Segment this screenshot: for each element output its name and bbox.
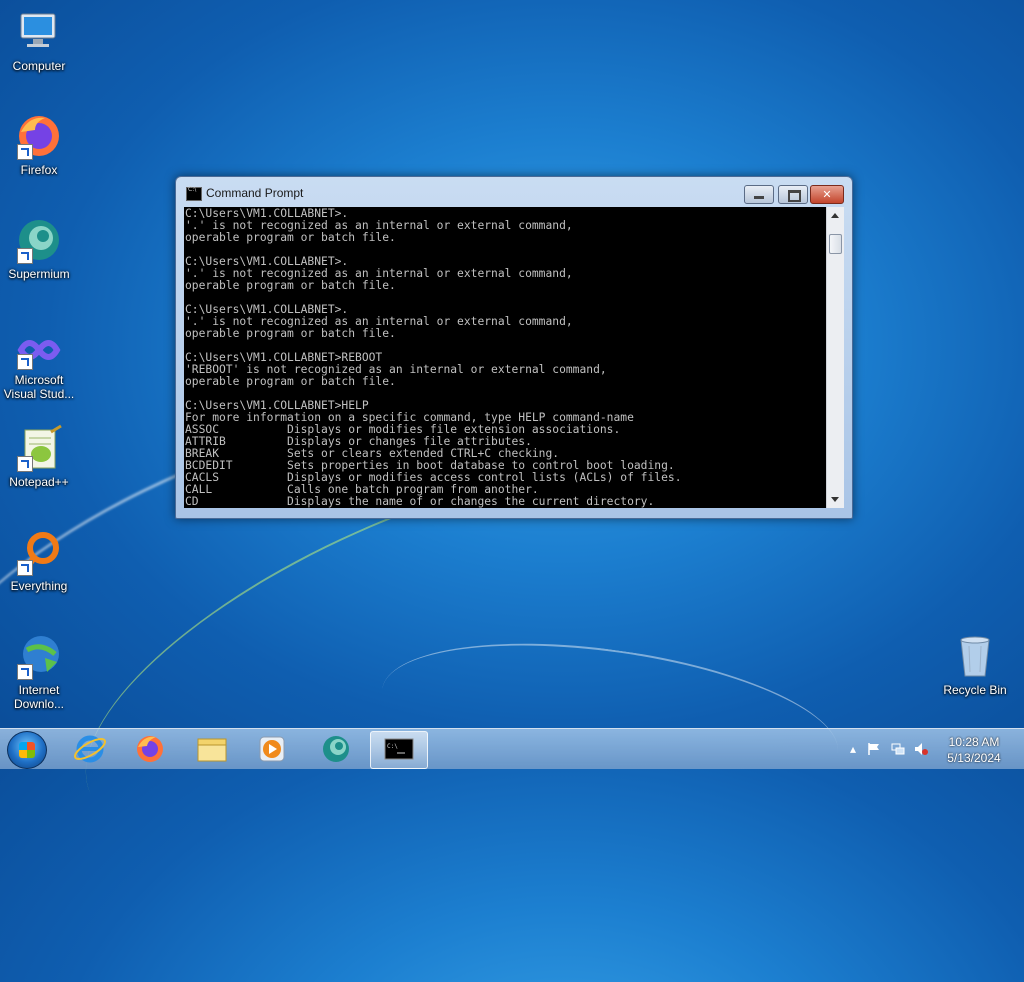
desktop-icon-label: Microsoft Visual Stud... [3,373,75,401]
desktop-icon-computer[interactable]: Computer [1,8,77,73]
shortcut-arrow-icon [17,248,33,264]
desktop-icon-label: Recycle Bin [943,683,1007,697]
desktop-icon-everything[interactable]: Everything [1,528,77,593]
desktop-icon-supermium[interactable]: Supermium [1,216,77,281]
shortcut-arrow-icon [17,560,33,576]
window-title: Command Prompt [206,186,304,200]
desktop-icon-internet-download-manager[interactable]: Internet Downlo... [1,632,77,711]
close-button[interactable]: ✕ [810,185,844,204]
svg-text:C:\: C:\ [387,743,398,750]
desktop-icon-label: Firefox [20,163,58,177]
volume-muted-icon[interactable] [914,742,928,756]
shortcut-arrow-icon [17,456,33,472]
supermium-icon [323,736,349,762]
maximize-icon [779,186,807,203]
internet-explorer-icon [73,735,107,763]
desktop-icon-label: Everything [10,579,68,593]
scroll-down-arrow-icon[interactable] [831,497,839,502]
taskbar-internet-explorer[interactable] [62,731,118,767]
recycle-bin-icon [951,632,999,680]
command-prompt-window[interactable]: Command Prompt ✕ C:\Users\VM1.COLLABNET>… [175,176,853,519]
notepadpp-icon [15,424,63,472]
file-explorer-icon [197,738,227,762]
taskbar: C:\ ▴ 10:28 AM 5/13/2024 [0,728,1024,769]
vertical-scrollbar[interactable] [826,207,844,508]
network-icon[interactable] [891,742,905,756]
console-text: C:\Users\VM1.COLLABNET>. '.' is not reco… [185,207,682,508]
minimize-icon [745,186,773,203]
shortcut-arrow-icon [17,664,33,680]
shortcut-arrow-icon [17,144,33,160]
desktop-icon-label: Computer [12,59,66,73]
taskbar-firefox[interactable] [122,731,178,767]
minimize-button[interactable] [744,185,774,204]
taskbar-command-prompt[interactable]: C:\ [370,731,428,769]
desktop-icon-label: Internet Downlo... [13,683,65,711]
firefox-icon [15,112,63,160]
supermium-icon [15,216,63,264]
scrollbar-thumb[interactable] [829,234,842,254]
desktop-icon-firefox[interactable]: Firefox [1,112,77,177]
clock-time: 10:28 AM [948,735,1000,749]
internet-download-manager-icon [15,632,63,680]
shortcut-arrow-icon [17,354,33,370]
taskbar-supermium[interactable] [308,731,364,767]
clock-date: 5/13/2024 [947,751,1001,765]
desktop-icon-label: Notepad++ [9,475,69,489]
taskbar-media-player[interactable] [244,731,300,767]
action-center-flag-icon[interactable] [867,742,881,756]
desktop-icon-recycle-bin[interactable]: Recycle Bin [937,632,1013,697]
maximize-button[interactable] [778,185,808,204]
title-bar[interactable]: Command Prompt ✕ [176,177,852,207]
firefox-icon [137,736,163,762]
visual-studio-icon [15,330,63,370]
everything-icon [15,528,63,576]
command-prompt-icon [186,186,202,201]
scroll-up-arrow-icon[interactable] [831,213,839,218]
console-output-area[interactable]: C:\Users\VM1.COLLABNET>. '.' is not reco… [184,207,826,508]
computer-icon [15,8,63,56]
close-icon: ✕ [822,188,832,201]
show-hidden-icons-arrow-icon[interactable]: ▴ [846,742,860,756]
taskbar-file-explorer[interactable] [184,731,240,767]
desktop-icon-visual-studio[interactable]: Microsoft Visual Stud... [1,330,77,401]
media-player-icon [259,736,285,762]
system-clock[interactable]: 10:28 AM 5/13/2024 [938,734,1010,766]
desktop-icon-label: Supermium [8,267,70,281]
desktop-icon-notepadpp[interactable]: Notepad++ [1,424,77,489]
command-prompt-icon: C:\ [384,738,414,760]
start-button[interactable] [7,731,47,769]
